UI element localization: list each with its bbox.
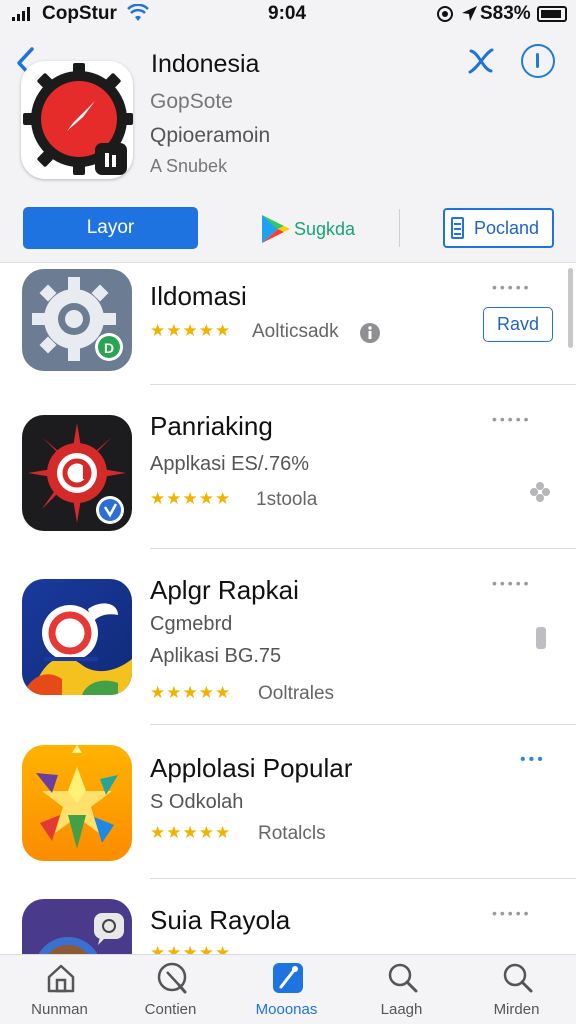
ravd-label: Ravd [496, 314, 540, 334]
carrier-name: CopStur [42, 3, 117, 24]
page-title: Indonesia [151, 50, 260, 78]
tab-label: Mooonas [255, 1001, 318, 1018]
star-rating: ★★★★★ [150, 823, 232, 842]
app-category: Qpioeramoin [150, 124, 271, 147]
scrollbar[interactable] [568, 268, 573, 348]
app-subtitle: Applkasi ES/.76% [150, 453, 309, 475]
app-name: Suia Rayola [150, 905, 291, 935]
app-icon [22, 415, 132, 531]
clock-time: 9:04 [268, 3, 307, 24]
burst-badge-icon [22, 415, 132, 531]
list-item[interactable]: Panriaking Applkasi ES/.76% ★★★★★ 1stool… [0, 385, 576, 549]
layor-button[interactable]: Layor [23, 207, 198, 249]
battery-icon [537, 6, 567, 22]
list-item[interactable]: D Ildomasi ★★★★★ Aolticsadk ••••• Ravd [0, 263, 576, 385]
search-icon [503, 963, 533, 993]
app-subtitle: Cgmebrd [150, 613, 233, 635]
app-subtitle: S Odkolah [150, 791, 244, 813]
tab-label: Nunman [31, 1001, 88, 1018]
star-rating: ★★★★★ [150, 683, 232, 702]
app-caption: A Snubek [150, 156, 228, 176]
tab-contien[interactable]: Contien [113, 955, 228, 1024]
list-item[interactable]: Suia Rayola ★★★★★ ••••• [0, 879, 576, 954]
more-options-icon[interactable]: ••••• [492, 411, 532, 427]
more-options-icon[interactable]: ••••• [492, 575, 532, 591]
divider [399, 209, 400, 247]
gear-icon: D [22, 269, 132, 371]
app-meta: 1stoola [256, 489, 318, 510]
scroll-indicator [536, 627, 546, 649]
wifi-icon [127, 4, 149, 21]
tab-label: Laagh [380, 1001, 423, 1018]
star-rating: ★★★★★ [150, 321, 232, 340]
alarm-icon [437, 6, 453, 22]
play-store-link[interactable]: Sugkda [258, 211, 355, 247]
search-icon [388, 963, 418, 993]
info-circle-icon [360, 323, 380, 343]
monkey-avatar-icon [22, 899, 132, 954]
star-kite-icon [22, 745, 132, 861]
battery-percent: S83% [480, 3, 531, 24]
list-item[interactable]: Applolasi Popular S Odkolah ★★★★★ Rotalc… [0, 725, 576, 879]
app-icon-featured [21, 61, 133, 179]
play-store-label: Sugkda [294, 218, 356, 239]
app-name: Ildomasi [150, 281, 247, 311]
ravd-button[interactable]: Ravd [483, 307, 553, 342]
app-meta: Rotalcls [258, 823, 326, 844]
more-options-icon[interactable]: ••• [520, 751, 546, 769]
app-icon [22, 899, 132, 954]
app-icon [22, 745, 132, 861]
list-item[interactable]: Aplgr Rapkai Cgmebrd Aplikasi BG.75 ★★★★… [0, 549, 576, 725]
app-meta: Aolticsadk [252, 321, 339, 342]
app-icon: D [22, 269, 132, 371]
compass-gear-icon [23, 63, 133, 175]
developer-name: GopSote [150, 90, 233, 113]
tab-label: Mirden [493, 1001, 540, 1018]
svg-text:D: D [104, 340, 114, 356]
tab-nunman[interactable]: Nunman [2, 955, 117, 1024]
app-name: Applolasi Popular [150, 753, 353, 783]
app-version: Aplikasi BG.75 [150, 645, 282, 667]
star-rating: ★★★★★ [150, 943, 232, 954]
tab-mirden[interactable]: Mirden [459, 955, 574, 1024]
play-store-icon [262, 215, 290, 243]
tab-mooonas[interactable]: Mooonas [229, 955, 344, 1024]
signal-icon [12, 7, 30, 21]
more-options-icon[interactable]: ••••• [492, 279, 532, 295]
location-arrow-icon [462, 6, 477, 21]
compass-icon [157, 962, 187, 994]
app-name: Panriaking [150, 411, 273, 441]
share-icon[interactable] [465, 45, 497, 77]
info-icon[interactable] [521, 44, 555, 78]
paint-logo-icon [22, 579, 132, 695]
pocland-label: Pocland [474, 217, 540, 238]
home-icon [47, 964, 75, 993]
document-icon [451, 217, 464, 239]
more-options-icon[interactable]: ••••• [492, 905, 532, 921]
app-icon [22, 579, 132, 695]
tab-bar: Nunman Contien Mooonas Laagh Mirden [0, 954, 576, 1024]
star-rating: ★★★★★ [150, 489, 232, 508]
app-name: Aplgr Rapkai [150, 575, 299, 605]
tab-label: Contien [144, 1001, 197, 1018]
app-list[interactable]: D Ildomasi ★★★★★ Aolticsadk ••••• Ravd P… [0, 262, 576, 954]
tab-laagh[interactable]: Laagh [344, 955, 459, 1024]
pocland-button[interactable]: Pocland [443, 208, 554, 248]
drag-handle-icon[interactable] [529, 481, 551, 503]
app-meta: Ooltrales [258, 683, 335, 704]
status-bar: CopStur 9:04 S83% [0, 0, 576, 30]
apps-icon [273, 963, 303, 993]
